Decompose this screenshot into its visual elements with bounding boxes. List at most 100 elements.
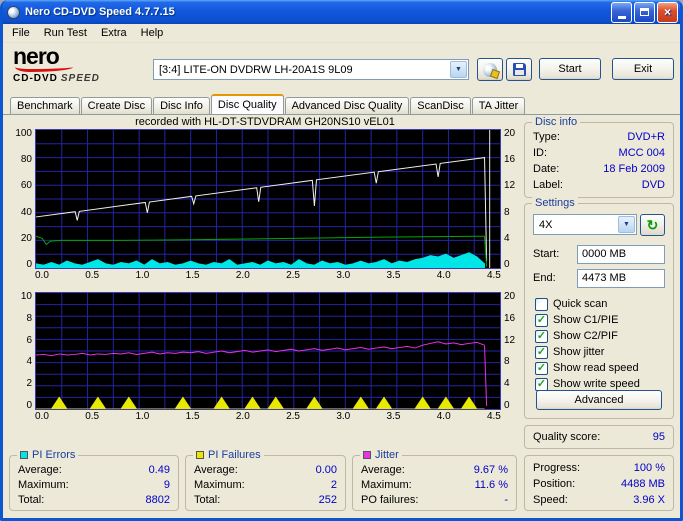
caption-text: Jitter xyxy=(375,449,399,461)
title-bar[interactable]: Nero CD-DVD Speed 4.7.7.15 × xyxy=(3,0,680,24)
pi-errors-swatch xyxy=(20,451,28,459)
series-read-speed xyxy=(36,157,488,262)
maximize-button[interactable] xyxy=(634,1,655,23)
tick-label: 1.0 xyxy=(135,411,150,422)
chevron-down-icon[interactable]: ▼ xyxy=(450,61,467,78)
logo-speed: SPEED xyxy=(60,73,100,84)
close-button[interactable]: × xyxy=(657,1,678,23)
tick-label: 6 xyxy=(26,334,32,346)
checkbox-show-read-speed[interactable]: ✓ Show read speed xyxy=(535,360,669,376)
max-label: Maximum: xyxy=(18,478,69,491)
scan-speed-value: 4X xyxy=(539,218,553,231)
quality-chart xyxy=(35,129,501,269)
nero-logo-text: nero xyxy=(13,43,60,69)
tick-label: 80 xyxy=(20,154,32,166)
tab-strip: Benchmark Create Disc Disc Info Disc Qua… xyxy=(3,94,680,115)
scan-speed-select[interactable]: 4X ▼ xyxy=(533,214,637,235)
jitter-chart-right-axis: 20 16 12 8 4 0 xyxy=(501,291,521,411)
max-value: 9 xyxy=(163,478,170,491)
advanced-button[interactable]: Advanced xyxy=(536,390,662,410)
tick-label: 100 xyxy=(15,128,32,139)
quality-score-value: 95 xyxy=(652,431,665,443)
start-button[interactable]: Start xyxy=(539,58,601,80)
tab-disc-quality[interactable]: Disc Quality xyxy=(210,94,284,114)
jitter-swatch xyxy=(363,451,371,459)
avg-label: Average: xyxy=(194,463,238,476)
tick-label: 4 xyxy=(504,378,510,390)
checkbox-show-c2-pif[interactable]: ✓ Show C2/PIF xyxy=(535,328,669,344)
tick-label: 3.5 xyxy=(386,270,401,281)
tick-label: 2.5 xyxy=(286,411,300,422)
position-label: Position: xyxy=(533,478,576,490)
chevron-down-icon[interactable]: ▼ xyxy=(618,216,635,233)
tick-label: 8 xyxy=(504,206,510,218)
drive-select-value: [3:4] LITE-ON DVDRW LH-20A1S 9L09 xyxy=(159,63,353,76)
tab-scandisc[interactable]: ScanDisc xyxy=(410,97,471,114)
series-jitter xyxy=(36,341,485,357)
tab-disc-info[interactable]: Disc Info xyxy=(153,97,210,114)
tab-benchmark[interactable]: Benchmark xyxy=(10,97,80,114)
pi-errors-group: PI Errors Average: 0.49 Maximum: 9 Total: 8… xyxy=(9,449,179,511)
stats-row: PI Errors Average: 0.49 Maximum: 9 Total: 8… xyxy=(3,449,680,515)
settings-group: Settings 4X ▼ ↻ Start: 0000 MB End: 4473… xyxy=(524,197,674,419)
tab-advanced-disc-quality[interactable]: Advanced Disc Quality xyxy=(284,97,410,114)
exit-button[interactable]: Exit xyxy=(612,58,674,80)
tick-label: 20 xyxy=(504,291,516,302)
tick-label: 0.0 xyxy=(35,411,49,422)
jitter-chart-x-axis: 0.0 0.5 1.0 1.5 2.0 2.5 3.0 3.5 4.0 4.5 xyxy=(35,410,501,423)
nero-logo-subtitle: CD-DVD SPEED xyxy=(13,74,143,84)
tick-label: 3.5 xyxy=(386,411,401,422)
checkbox-label: Show read speed xyxy=(553,362,639,374)
menu-help[interactable]: Help xyxy=(134,25,171,41)
tab-create-disc[interactable]: Create Disc xyxy=(80,97,153,114)
tick-label: 4 xyxy=(504,232,510,244)
tick-label: 0 xyxy=(26,399,32,411)
max-value: 2 xyxy=(330,478,337,491)
tick-label: 4 xyxy=(26,356,32,368)
minimize-button[interactable] xyxy=(611,1,632,23)
checkbox-quick-scan[interactable]: ✓ Quick scan xyxy=(535,296,669,312)
po-failures-value: - xyxy=(504,493,508,506)
progress-group: Progress: 100 % Position: 4488 MB Speed: 3.… xyxy=(524,455,674,511)
refresh-button[interactable]: ↻ xyxy=(640,214,665,236)
position-value: 4488 MB xyxy=(620,478,665,490)
save-button[interactable] xyxy=(506,58,532,81)
progress-label: Progress: xyxy=(533,462,581,474)
tick-label: 2.0 xyxy=(235,270,250,281)
tick-label: 20 xyxy=(20,232,32,244)
tick-label: 3.0 xyxy=(336,270,351,281)
disc-info-row-label: Label: DVD xyxy=(525,177,673,193)
drive-select[interactable]: [3:4] LITE-ON DVDRW LH-20A1S 9L09 ▼ xyxy=(153,59,469,80)
tick-label: 4.0 xyxy=(436,411,451,422)
tick-label: 0 xyxy=(504,258,510,270)
end-mb-input[interactable]: 4473 MB xyxy=(577,268,665,288)
tick-label: 4.0 xyxy=(436,270,451,281)
start-mb-input[interactable]: 0000 MB xyxy=(577,244,665,264)
total-value: 252 xyxy=(318,493,337,506)
quality-chart-right-axis: 20 16 12 8 4 0 xyxy=(501,129,521,270)
app-window: Nero CD-DVD Speed 4.7.7.15 × File Run Te… xyxy=(0,0,683,521)
settings-caption: Settings xyxy=(532,197,578,209)
start-field-row: Start: 0000 MB xyxy=(533,244,665,264)
checkbox-label: Show write speed xyxy=(553,378,640,390)
tick-label: 1.5 xyxy=(185,270,200,281)
jitter-group: Jitter Average: 9.67 % Maximum: 11.6 % PO … xyxy=(352,449,517,511)
avg-label: Average: xyxy=(18,463,62,476)
checkbox-show-jitter[interactable]: ✓ Show jitter xyxy=(535,344,669,360)
compare-button[interactable] xyxy=(477,58,503,81)
checkbox-show-c1-pie[interactable]: ✓ Show C1/PIE xyxy=(535,312,669,328)
tick-label: 1.5 xyxy=(185,411,200,422)
start-field-label: Start: xyxy=(533,248,560,260)
tick-label: 2.5 xyxy=(286,270,300,281)
window-title: Nero CD-DVD Speed 4.7.7.15 xyxy=(25,6,175,18)
total-label: Total: xyxy=(194,493,221,506)
menu-file[interactable]: File xyxy=(5,25,37,41)
app-icon xyxy=(5,4,21,20)
type-label: Type: xyxy=(533,131,560,143)
po-failures-label: PO failures: xyxy=(361,493,419,506)
chart-title: recorded with HL-DT-STDVDRAM GH20NS10 vE… xyxy=(135,116,395,128)
quality-chart-x-axis: 0.0 0.5 1.0 1.5 2.0 2.5 3.0 3.5 4.0 4.5 xyxy=(35,269,501,282)
menu-run-test[interactable]: Run Test xyxy=(37,25,94,41)
menu-extra[interactable]: Extra xyxy=(94,25,134,41)
tab-ta-jitter[interactable]: TA Jitter xyxy=(471,97,526,114)
